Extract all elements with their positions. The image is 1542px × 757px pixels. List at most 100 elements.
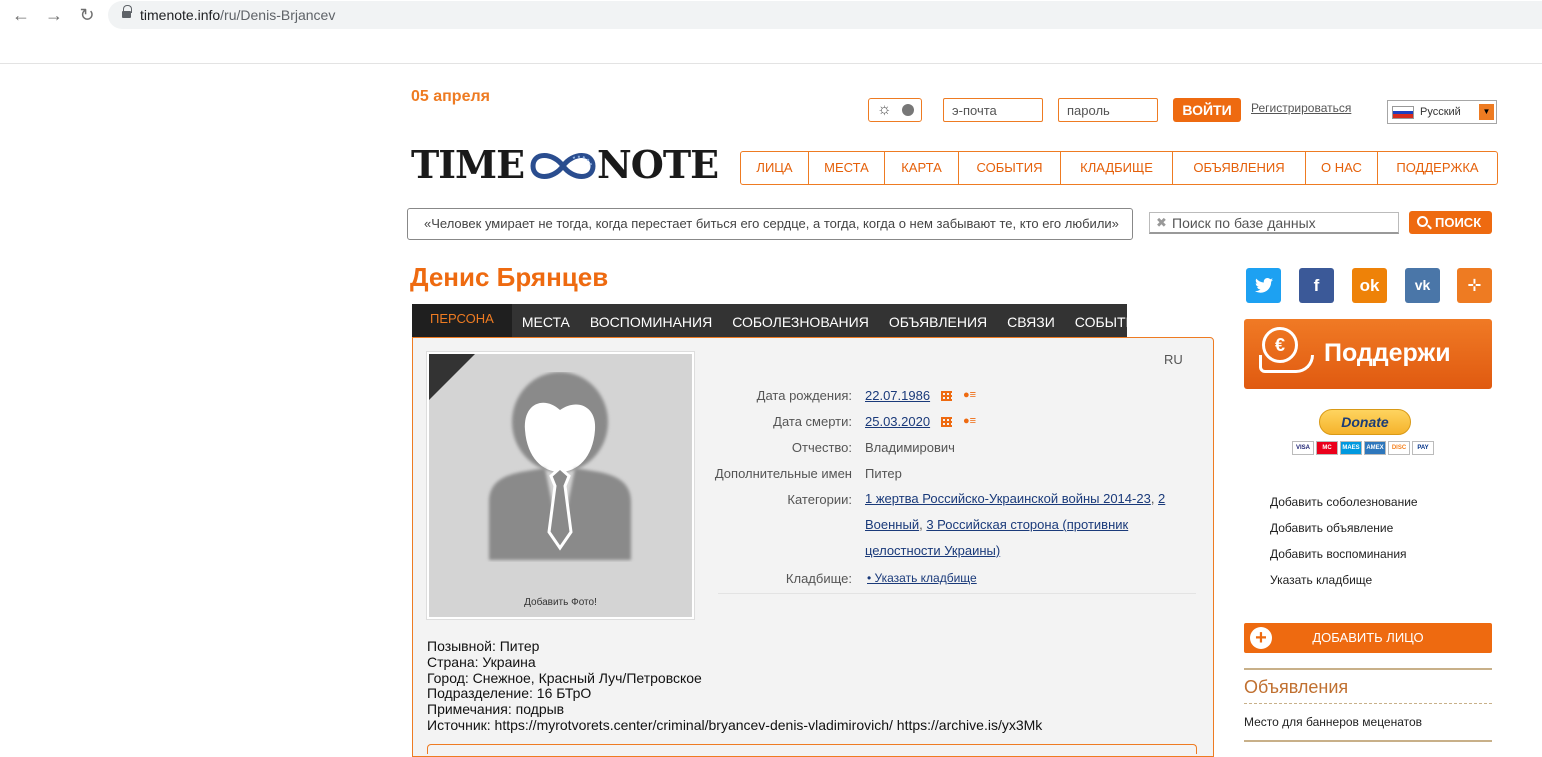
nav-places[interactable]: МЕСТА <box>809 152 885 184</box>
amex-card-icon: AMEX <box>1364 441 1386 455</box>
tab-condolences[interactable]: СОБОЛЕЗНОВАНИЯ <box>722 304 879 337</box>
extra-names-label: Дополнительные имен <box>714 466 852 481</box>
calendar-icon[interactable] <box>941 391 952 401</box>
birth-date-label: Дата рождения: <box>756 388 852 403</box>
person-list-icon[interactable]: ●≡ <box>963 390 979 401</box>
add-announcement-link[interactable]: Добавить объявление <box>1270 521 1393 535</box>
facebook-icon[interactable]: f <box>1299 268 1334 303</box>
search-icon <box>1417 216 1428 227</box>
mourning-ribbon <box>429 354 475 400</box>
email-input[interactable] <box>943 98 1043 122</box>
main-nav: ЛИЦА МЕСТА КАРТА СОБЫТИЯ КЛАДБИЩЕ ОБЪЯВЛ… <box>740 151 1498 185</box>
lock-icon <box>122 5 132 20</box>
death-date-label: Дата смерти: <box>773 414 852 429</box>
twitter-icon[interactable] <box>1246 268 1281 303</box>
infinity-icon <box>530 153 596 179</box>
death-date-value[interactable]: 25.03.2020 <box>865 414 930 429</box>
quote-banner: «Человек умирает не тогда, когда переста… <box>407 208 1133 240</box>
add-face-button[interactable]: + ДОБАВИТЬ ЛИЦО <box>1244 623 1492 653</box>
patronymic-value: Владимирович <box>865 440 955 455</box>
divider <box>1244 740 1492 742</box>
site-logo[interactable]: TIME NOTE <box>411 142 719 188</box>
categories-label: Категории: <box>787 492 852 507</box>
visa-card-icon: VISA <box>1292 441 1314 455</box>
tab-memories[interactable]: ВОСПОМИНАНИЯ <box>580 304 722 337</box>
sun-icon: ☼ <box>877 101 892 118</box>
back-arrow-icon[interactable]: ← <box>10 4 32 26</box>
person-photo[interactable]: Добавить Фото! <box>427 352 694 619</box>
browser-chrome: ← → ↻ timenote.info/ru/Denis-Brjancev <box>0 0 1542 64</box>
category-link[interactable]: 3 Российская сторона (противник <box>926 517 1128 532</box>
theme-toggle[interactable]: ☼ <box>868 98 922 122</box>
patronymic-label: Отчество: <box>791 440 852 455</box>
tab-events[interactable]: СОБЫТИЯ <box>1065 304 1156 337</box>
avatar-placeholder-icon <box>489 372 631 560</box>
birth-date-value[interactable]: 22.07.1986 <box>865 388 930 403</box>
donate-button[interactable]: Donate <box>1319 409 1411 435</box>
category-link[interactable]: целостности Украины) <box>865 543 1000 558</box>
cemetery-label: Кладбище: <box>785 571 852 586</box>
tab-person[interactable]: ПЕРСОНА <box>412 304 512 337</box>
divider <box>1244 668 1492 670</box>
divider <box>1244 703 1492 704</box>
categories-value: 1 жертва Российско-Украинской войны 2014… <box>865 491 1166 558</box>
nav-about[interactable]: О НАС <box>1306 152 1378 184</box>
language-select[interactable]: Русский ▼ <box>1387 100 1497 124</box>
search-input[interactable] <box>1172 214 1392 232</box>
tab-announcements[interactable]: ОБЪЯВЛЕНИЯ <box>879 304 997 337</box>
nav-cemetery[interactable]: КЛАДБИЩЕ <box>1061 152 1173 184</box>
set-cemetery-side-link[interactable]: Указать кладбище <box>1270 573 1372 587</box>
card-icon: PAY <box>1412 441 1434 455</box>
bio-line: Подразделение: 16 БТрО <box>427 685 592 702</box>
set-cemetery-link[interactable]: • Указать кладбище <box>867 571 977 585</box>
nav-support[interactable]: ПОДДЕРЖКА <box>1378 152 1497 184</box>
language-tag: RU <box>1164 352 1183 367</box>
payment-cards: VISA MC MAES AMEX DISC PAY <box>1292 441 1434 455</box>
search-button[interactable]: ПОИСК <box>1409 211 1492 234</box>
category-link[interactable]: 1 жертва Российско-Украинской войны 2014… <box>865 491 1151 506</box>
nav-faces[interactable]: ЛИЦА <box>741 152 809 184</box>
reload-icon[interactable]: ↻ <box>76 4 98 26</box>
moon-icon <box>902 104 914 116</box>
person-tabs: ПЕРСОНА МЕСТА ВОСПОМИНАНИЯ СОБОЛЕЗНОВАНИ… <box>412 304 1146 337</box>
chevron-down-icon: ▼ <box>1479 104 1494 120</box>
support-banner-label: Поддержи <box>1324 339 1451 367</box>
hand-icon <box>1259 355 1314 373</box>
tab-connections[interactable]: СВЯЗИ <box>997 304 1065 337</box>
person-list-icon[interactable]: ●≡ <box>963 416 979 427</box>
current-date: 05 апреля <box>411 88 490 105</box>
plus-icon: + <box>1250 627 1272 649</box>
tab-places[interactable]: МЕСТА <box>512 304 580 337</box>
nav-map[interactable]: КАРТА <box>885 152 959 184</box>
ads-title: Объявления <box>1244 677 1349 697</box>
address-bar[interactable]: timenote.info/ru/Denis-Brjancev <box>108 1 1542 29</box>
biography: Позывной: Питер Страна: Украина Город: С… <box>427 638 1043 734</box>
search-box: ✖ <box>1149 212 1399 234</box>
extra-names-value: Питер <box>865 466 902 481</box>
bio-line: Город: Снежное, Красный Луч/Петровское <box>427 669 702 686</box>
clear-icon[interactable]: ✖ <box>1156 215 1167 231</box>
bio-line: Примечания: подрыв <box>427 701 565 718</box>
weibo-icon[interactable]: ⊹ <box>1457 268 1492 303</box>
bottom-section <box>427 744 1197 754</box>
page-title: Денис Брянцев <box>410 262 609 292</box>
divider <box>718 593 1196 594</box>
add-memories-link[interactable]: Добавить воспоминания <box>1270 547 1407 561</box>
register-link[interactable]: Регистрироваться <box>1251 101 1351 115</box>
support-banner[interactable]: € Поддержи <box>1244 319 1492 389</box>
odnoklassniki-icon[interactable]: ok <box>1352 268 1387 303</box>
login-button[interactable]: ВОЙТИ <box>1173 98 1241 122</box>
forward-arrow-icon[interactable]: → <box>43 4 65 26</box>
bio-line: Источник: https://myrotvorets.center/cri… <box>427 716 1043 733</box>
calendar-icon[interactable] <box>941 417 952 427</box>
nav-events[interactable]: СОБЫТИЯ <box>959 152 1061 184</box>
url-text: timenote.info/ru/Denis-Brjancev <box>140 7 336 23</box>
discover-card-icon: DISC <box>1388 441 1410 455</box>
add-condolence-link[interactable]: Добавить соболезнование <box>1270 495 1418 509</box>
language-label: Русский <box>1420 106 1461 118</box>
maestro-card-icon: MAES <box>1340 441 1362 455</box>
add-photo-label[interactable]: Добавить Фото! <box>429 597 692 608</box>
nav-announcements[interactable]: ОБЪЯВЛЕНИЯ <box>1173 152 1306 184</box>
password-input[interactable] <box>1058 98 1158 122</box>
vk-icon[interactable]: vk <box>1405 268 1440 303</box>
